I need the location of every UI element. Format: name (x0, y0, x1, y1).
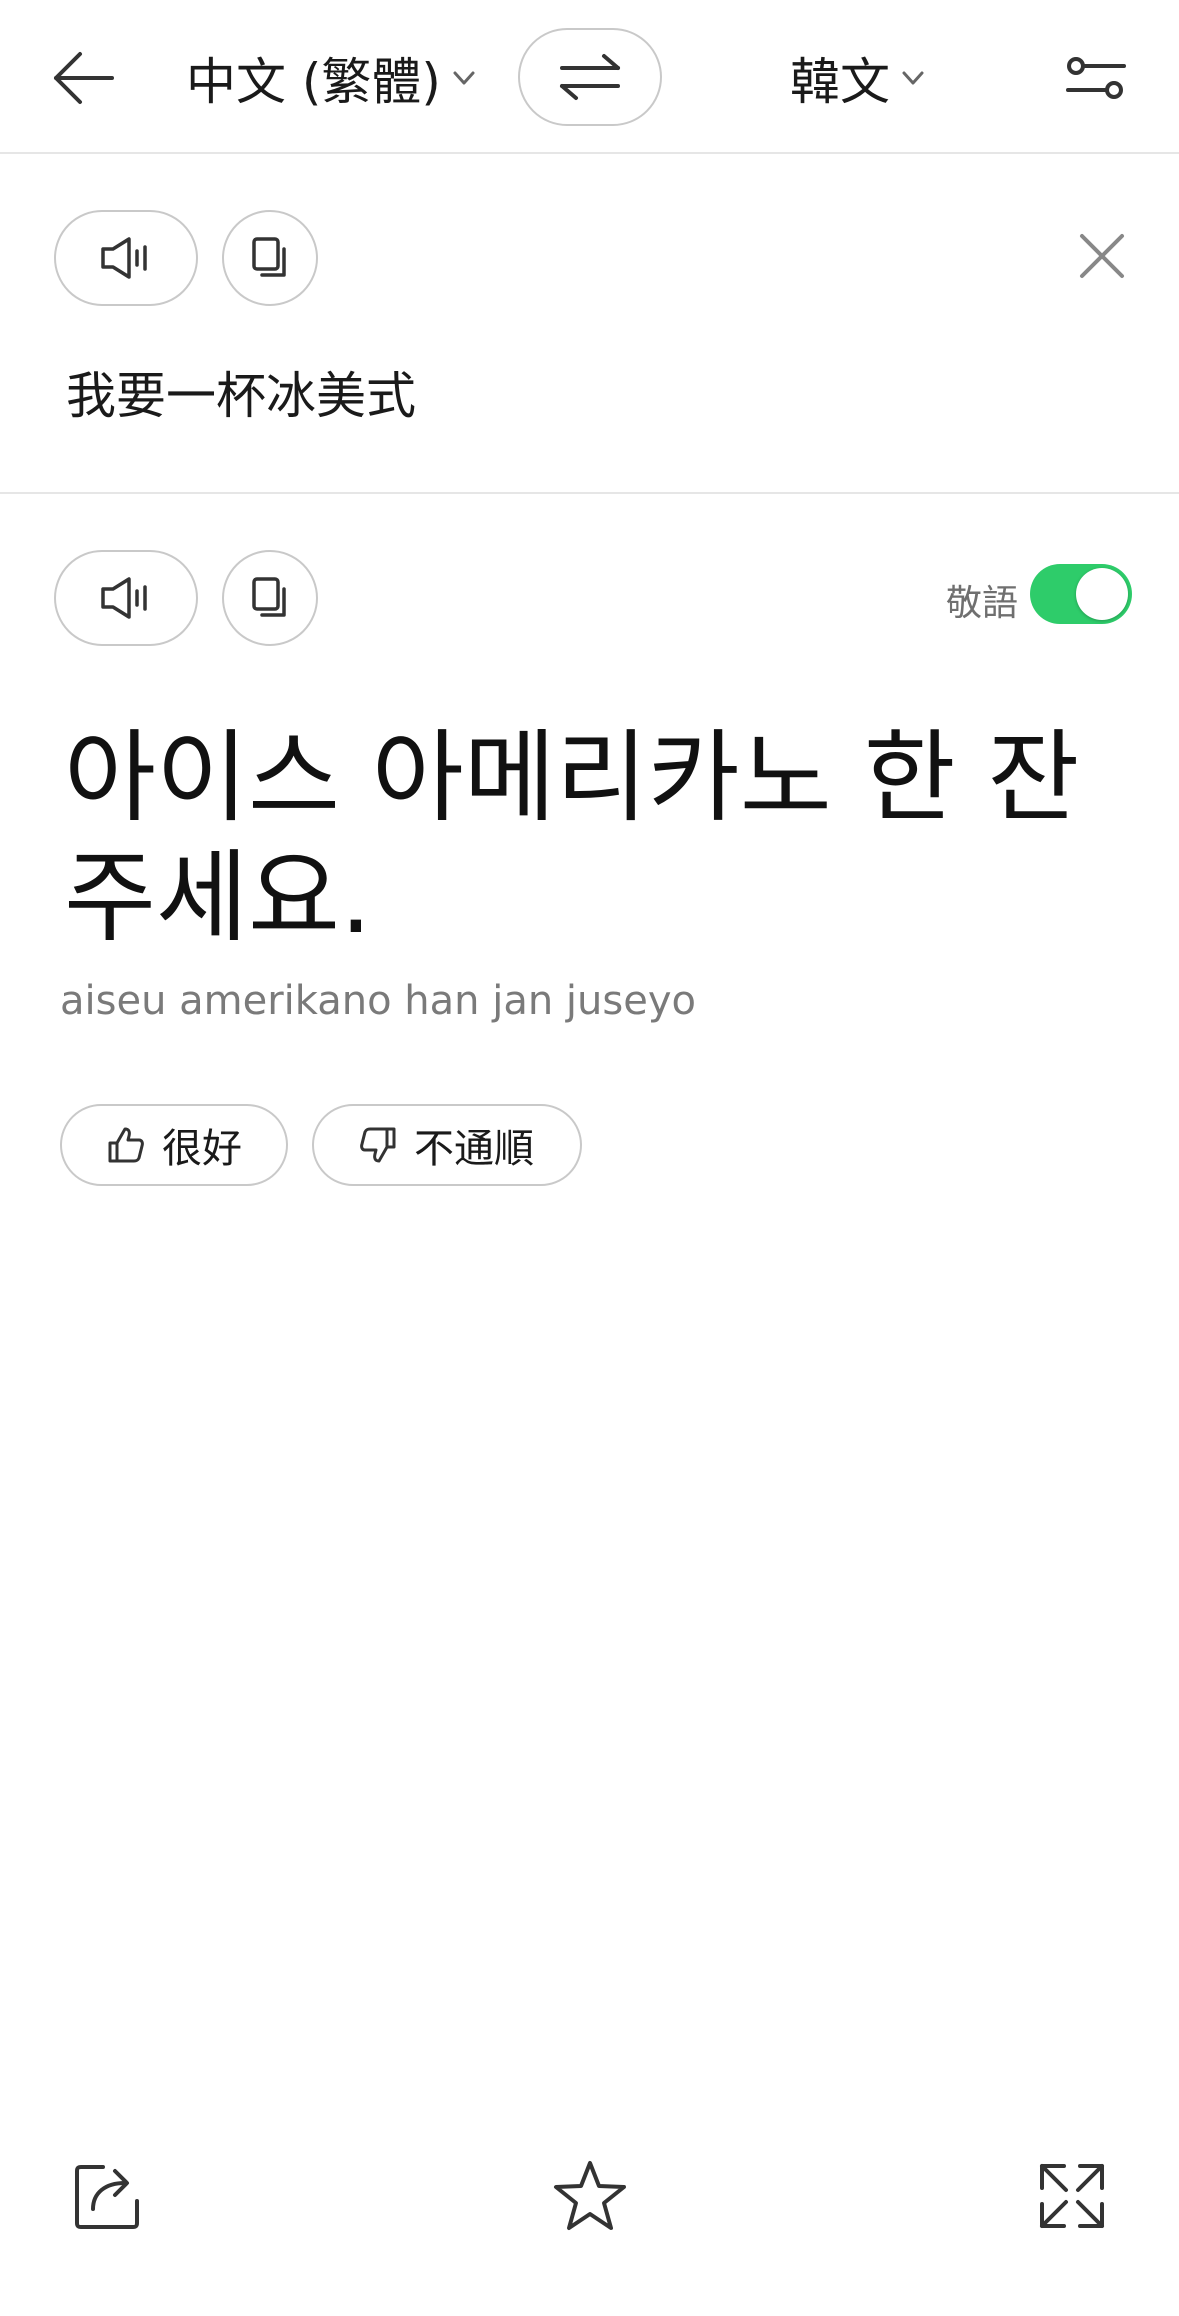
feedback-bad-button[interactable]: 不通順 (312, 1104, 582, 1186)
settings-button[interactable] (1062, 44, 1132, 114)
translation-panel: 敬語 아이스 아메리카노 한 잔 주세요. aiseu amerikano ha… (0, 496, 1179, 1236)
honorific-label: 敬語 (946, 583, 1019, 624)
source-language-select[interactable]: 中文 (繁體) (186, 40, 477, 116)
copy-icon (252, 237, 286, 277)
translation-text: 아이스 아메리카노 한 잔 주세요. (64, 719, 1080, 956)
feedback-good-button[interactable]: 很好 (60, 1104, 288, 1186)
arrow-left-icon (54, 52, 114, 104)
source-text-input[interactable]: 我要一杯冰美式 (66, 356, 416, 428)
thumbs-up-icon (108, 1127, 144, 1163)
clear-input-button[interactable] (1074, 228, 1130, 284)
bottom-toolbar (0, 2140, 1179, 2250)
back-button[interactable] (48, 42, 120, 114)
result-speak-button[interactable] (54, 550, 198, 646)
thumbs-down-icon (360, 1127, 396, 1163)
target-language-label: 韓文 (790, 53, 890, 111)
source-speak-button[interactable] (54, 210, 198, 306)
feedback-good-label: 很好 (162, 1126, 242, 1172)
target-language-select[interactable]: 韓文 (790, 40, 926, 116)
sliders-icon (1066, 57, 1126, 99)
expand-icon (1040, 2164, 1104, 2228)
chevron-down-icon (902, 71, 924, 85)
romanization-text: aiseu amerikano han jan juseyo (60, 978, 696, 1024)
speaker-icon (101, 237, 147, 279)
share-icon (75, 2165, 139, 2229)
star-icon (554, 2161, 626, 2230)
top-bar: 中文 (繁體) 韓文 (0, 0, 1179, 154)
source-panel: 我要一杯冰美式 (0, 154, 1179, 494)
toggle-knob (1076, 568, 1128, 620)
close-icon (1080, 234, 1124, 278)
source-language-label: 中文 (繁體) (186, 53, 441, 111)
share-button[interactable] (68, 2156, 148, 2236)
source-copy-button[interactable] (222, 210, 318, 306)
favorite-button[interactable] (550, 2156, 630, 2236)
chevron-down-icon (453, 71, 475, 85)
swap-languages-button[interactable] (518, 28, 662, 126)
copy-icon (252, 577, 286, 617)
swap-arrows-icon (560, 54, 620, 100)
fullscreen-button[interactable] (1032, 2156, 1112, 2236)
speaker-icon (101, 577, 147, 619)
result-copy-button[interactable] (222, 550, 318, 646)
honorific-toggle[interactable] (1030, 564, 1132, 624)
feedback-bad-label: 不通順 (414, 1126, 534, 1172)
